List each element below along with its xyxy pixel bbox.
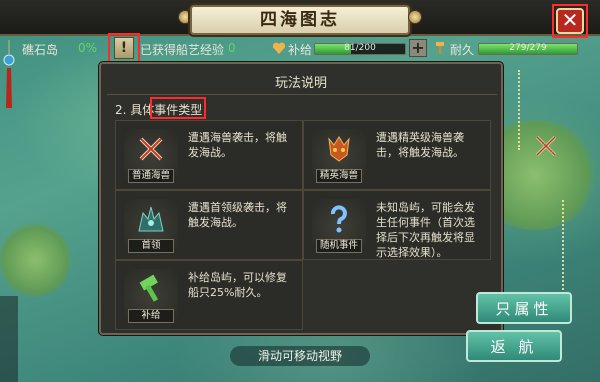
event-label: 随机事件 [316,239,362,253]
crossed-swords-marker-icon[interactable] [534,134,558,158]
route-dotted-line [562,200,564,290]
event-icon-box: 普通海兽 [124,129,178,183]
title-ornament-right [408,10,422,24]
hammer-icon [436,42,444,54]
return-button[interactable]: 返 航 [466,330,562,362]
location-name: 礁石岛 [22,43,59,57]
close-button[interactable]: ✕ [556,8,584,34]
event-description: 补给岛屿，可以修复船只25%耐久。 [188,271,287,299]
boss-monster-icon [138,206,164,232]
event-icon-box: 精英海兽 [312,129,366,183]
left-side-strip [0,296,18,382]
plus-icon: + [411,38,425,57]
hanging-charm-icon [3,40,15,108]
exp-value: 0 [228,41,236,55]
supply-label: 补给 [288,43,313,57]
hammer-icon [139,274,159,302]
supply-bar-text: 81/200 [344,43,376,53]
event-label: 首领 [128,239,174,253]
window-title: 四海图志 [260,10,340,30]
island [0,220,70,300]
event-label: 补给 [128,309,174,323]
panel-title: 玩法说明 [274,76,327,91]
close-icon: ✕ [561,8,579,32]
durability-bar: 279/279 [478,43,578,55]
event-cell: 随机事件 未知岛屿，可能会发生任何事件（首次选择后下次再触发将显示选择效果）。 [303,190,491,260]
alert-button[interactable]: ! [114,37,134,59]
demon-mask-icon [328,136,350,162]
exp-label: 已获得船艺经验 [140,43,225,57]
durability-bar-text: 279/279 [509,43,547,53]
event-description: 遭遇首领级袭击，将触发海战。 [188,201,287,229]
event-description: 未知岛屿，可能会发生任何事件（首次选择后下次再触发将显示选择效果）。 [376,201,475,259]
question-mark-icon [331,205,347,233]
event-icon-box: 首领 [124,199,178,253]
event-cell: 普通海兽 遭遇海兽袭击，将触发海战。 [115,120,303,190]
top-frame: 四海图志 [0,0,600,36]
event-description: 遭遇海兽袭击，将触发海战。 [188,131,287,159]
window-title-plate: 四海图志 [190,5,410,35]
event-label: 普通海兽 [128,169,174,183]
exclamation-icon: ! [120,40,128,56]
durability-label: 耐久 [450,43,475,57]
location-progress: 0% [78,41,98,55]
heart-icon [272,42,286,54]
event-label: 精英海兽 [316,169,362,183]
event-cell: 首领 遭遇首领级袭击，将触发海战。 [115,190,303,260]
attributes-button[interactable]: 只属性 [476,292,572,324]
status-bar: 礁石岛 0% ! 已获得船艺经验 0 补给 81/200 + 耐久 279/27… [22,33,578,63]
event-types-grid: 普通海兽 遭遇海兽袭击，将触发海战。 精英海兽 遭遇精英级海兽袭击，将触发海战。 [115,120,491,330]
section-highlight-box [150,97,206,119]
event-description: 遭遇精英级海兽袭击，将触发海战。 [376,131,464,159]
divider [107,94,497,95]
add-supply-button[interactable]: + [409,39,427,57]
crossed-swords-icon [139,137,163,161]
event-icon-box: 随机事件 [312,199,366,253]
section-number: 2. [115,103,127,117]
drag-hint-text: 滑动可移动视野 [230,346,370,366]
supply-bar: 81/200 [314,43,406,55]
event-icon-box: 补给 [124,269,178,323]
event-cell: 补给 补给岛屿，可以修复船只25%耐久。 [115,260,303,330]
route-dotted-line [518,70,520,150]
event-cell: 精英海兽 遭遇精英级海兽袭击，将触发海战。 [303,120,491,190]
